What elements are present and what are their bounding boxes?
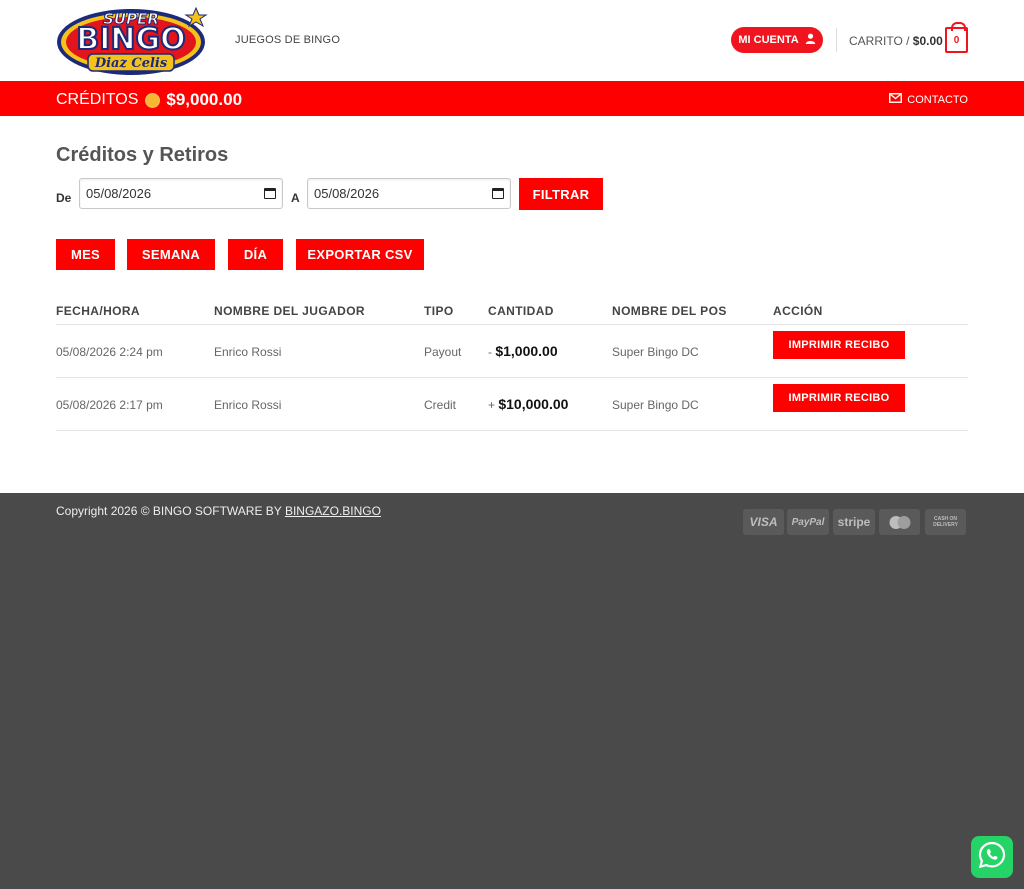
- envelope-icon: [889, 93, 903, 106]
- visa-icon: VISA: [743, 509, 784, 535]
- table-bottom-border: [56, 430, 968, 431]
- row-pos: Super Bingo DC: [612, 398, 699, 412]
- credits-bar: CRÉDITOS $9,000.00 CONTACTO: [0, 81, 1024, 116]
- site-header: SUPER BINGO Diaz Celis JUEGOS DE BINGO M…: [0, 0, 1024, 81]
- stripe-icon: stripe: [833, 509, 875, 535]
- svg-text:BINGO: BINGO: [76, 22, 185, 57]
- row-datetime: 05/08/2026 2:24 pm: [56, 345, 163, 359]
- day-button[interactable]: DÍA: [228, 239, 283, 270]
- month-button[interactable]: MES: [56, 239, 115, 270]
- table-row: 05/08/2026 2:24 pm Enrico Rossi Payout -…: [56, 324, 968, 377]
- row-type: Credit: [424, 398, 457, 412]
- calendar-icon[interactable]: [492, 188, 504, 199]
- cart-bag-icon[interactable]: 0: [945, 22, 968, 53]
- whatsapp-icon: [977, 840, 1007, 875]
- paypal-icon: PayPal: [787, 509, 829, 535]
- credits-amount: $9,000.00: [166, 90, 243, 109]
- cash-on-delivery-icon: CASH ON DELIVERY: [925, 509, 966, 535]
- my-account-button[interactable]: MI CUENTA: [731, 27, 823, 53]
- row-player: Enrico Rossi: [214, 345, 282, 359]
- from-date-label: De: [56, 191, 72, 205]
- to-date-label: A: [291, 191, 300, 205]
- my-account-label: MI CUENTA: [738, 34, 799, 46]
- coin-icon: [145, 92, 161, 108]
- table-row: 05/08/2026 2:17 pm Enrico Rossi Credit +…: [56, 377, 968, 430]
- nav-bingo-games[interactable]: JUEGOS DE BINGO: [235, 34, 340, 46]
- column-header-player: NOMBRE DEL JUGADOR: [214, 304, 365, 318]
- from-date-input[interactable]: 05/08/2026: [79, 178, 283, 209]
- credits-display: CRÉDITOS $9,000.00: [56, 90, 242, 110]
- bingazo-link[interactable]: BINGAZO.BINGO: [285, 504, 381, 518]
- cart-total: $0.00: [912, 34, 943, 48]
- cart-link[interactable]: CARRITO / $0.00: [849, 34, 943, 48]
- from-date-value: 05/08/2026: [86, 186, 152, 201]
- copyright-text: Copyright 2026 © BINGO SOFTWARE BY BINGA…: [56, 504, 381, 518]
- row-player: Enrico Rossi: [214, 398, 282, 412]
- row-amount-sign: -: [488, 345, 492, 359]
- column-header-datetime: FECHA/HORA: [56, 304, 140, 318]
- column-header-pos: NOMBRE DEL POS: [612, 304, 727, 318]
- copyright-prefix: Copyright 2026 © BINGO SOFTWARE BY: [56, 504, 282, 518]
- site-header-wrapper: SUPER BINGO Diaz Celis JUEGOS DE BINGO M…: [0, 0, 1024, 116]
- calendar-icon[interactable]: [264, 188, 276, 199]
- row-amount-sign: +: [488, 398, 496, 412]
- week-button[interactable]: SEMANA: [127, 239, 215, 270]
- print-receipt-button[interactable]: IMPRIMIR RECIBO: [773, 384, 905, 412]
- svg-text:Diaz Celis: Diaz Celis: [94, 56, 168, 71]
- cart-count: 0: [953, 34, 960, 46]
- to-date-input[interactable]: 05/08/2026: [307, 178, 511, 209]
- contact-label: CONTACTO: [907, 93, 968, 106]
- cart-label: CARRITO /: [849, 34, 910, 48]
- row-amount-value: $10,000.00: [498, 396, 569, 412]
- filter-button[interactable]: FILTRAR: [519, 178, 603, 210]
- row-amount: - $1,000.00: [488, 343, 558, 359]
- super-bingo-logo[interactable]: SUPER BINGO Diaz Celis: [56, 4, 210, 76]
- site-footer: Copyright 2026 © BINGO SOFTWARE BY BINGA…: [0, 493, 1024, 889]
- print-receipt-button[interactable]: IMPRIMIR RECIBO: [773, 331, 905, 359]
- page-title: Créditos y Retiros: [56, 144, 229, 166]
- column-header-type: TIPO: [424, 304, 454, 318]
- user-icon: [805, 33, 816, 47]
- export-csv-button[interactable]: EXPORTAR CSV: [296, 239, 424, 270]
- main-content: Créditos y Retiros De 05/08/2026 A 05/08…: [0, 116, 1024, 493]
- column-header-action: ACCIÓN: [773, 304, 823, 318]
- header-divider: [836, 28, 837, 52]
- mastercard-icon: mastercard: [879, 509, 920, 535]
- credits-label: CRÉDITOS: [56, 91, 139, 108]
- contact-link[interactable]: CONTACTO: [889, 93, 968, 106]
- row-pos: Super Bingo DC: [612, 345, 699, 359]
- row-amount-value: $1,000.00: [495, 343, 558, 359]
- column-header-amount: CANTIDAD: [488, 304, 554, 318]
- row-datetime: 05/08/2026 2:17 pm: [56, 398, 163, 412]
- row-type: Payout: [424, 345, 462, 359]
- whatsapp-chat-button[interactable]: [971, 836, 1013, 878]
- to-date-value: 05/08/2026: [314, 186, 380, 201]
- row-amount: + $10,000.00: [488, 396, 568, 412]
